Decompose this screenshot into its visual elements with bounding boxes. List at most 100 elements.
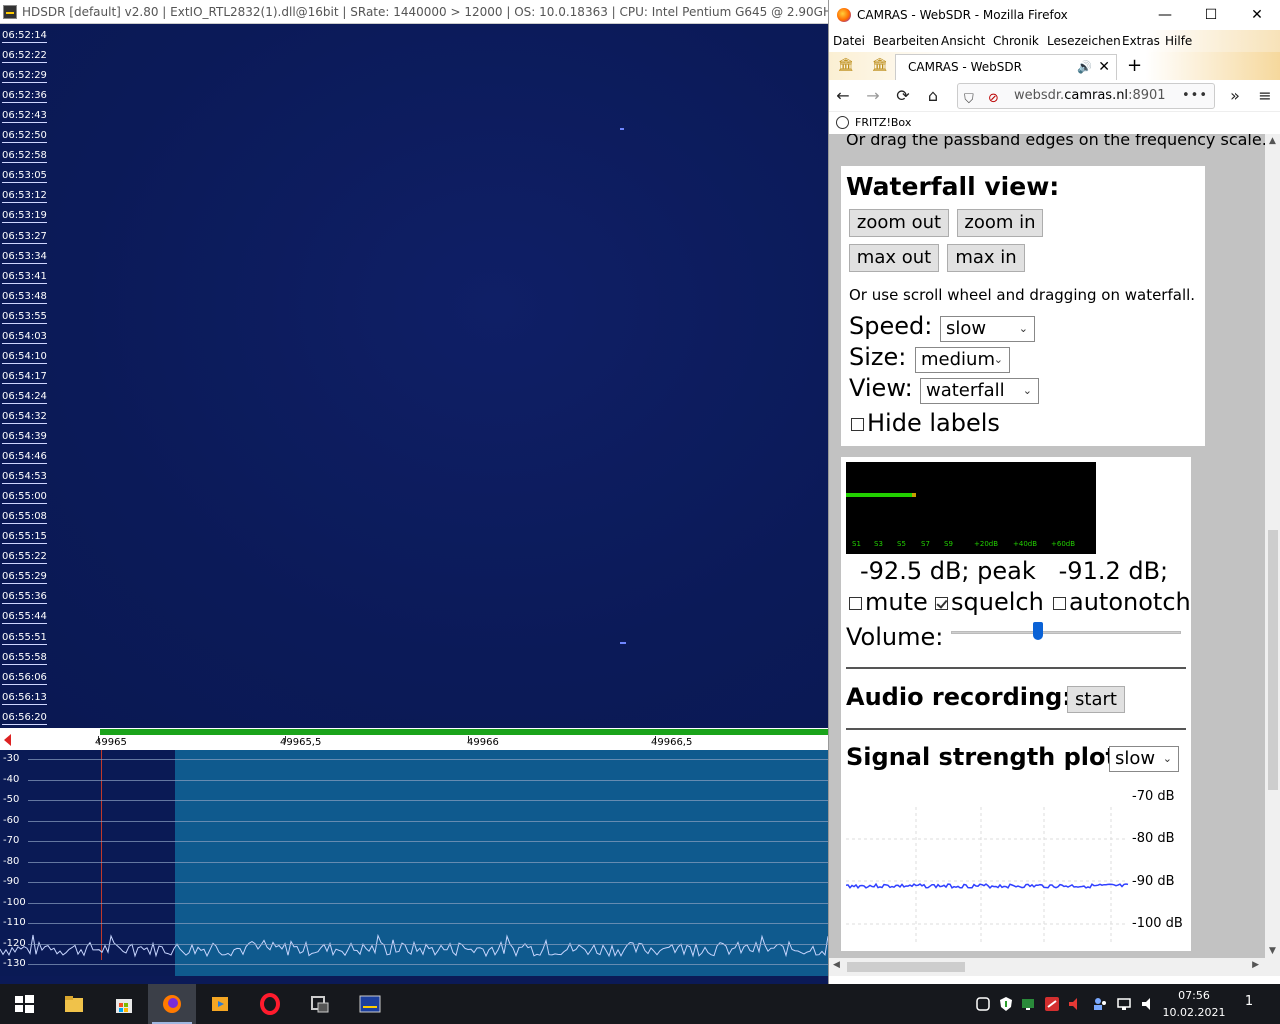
waterfall-timestamp: 06:54:03 [2,330,47,344]
max-in-button[interactable]: max in [947,244,1025,272]
tray-users-icon[interactable] [1092,996,1108,1012]
horizontal-scrollbar[interactable]: ◀ ▶ [829,958,1280,976]
mute-checkbox[interactable] [849,596,862,610]
volume-slider-track[interactable] [951,631,1181,634]
speaker-icon[interactable]: 🔊 [1077,55,1092,79]
menu-hilfe[interactable]: Hilfe [1165,30,1192,52]
waterfall-timestamp: 06:52:36 [2,90,47,104]
tray-app-icon[interactable] [975,996,991,1012]
waterfall-view-panel: Waterfall view: zoom out zoom in max out… [841,166,1205,446]
scroll-up-icon[interactable]: ▲ [1269,136,1276,146]
taskbar-firefox-icon[interactable] [148,984,196,1024]
hide-labels-option[interactable]: Hide labels [851,409,1000,437]
smeter-label: S7 [921,540,930,548]
menu-extras[interactable]: Extras [1122,30,1160,52]
recording-start-button[interactable]: start [1067,686,1125,713]
signal-strength-plot-label: Signal strength plot: [846,743,1127,771]
scroll-left-icon[interactable]: ◀ [833,960,840,970]
hdsdr-title-bar[interactable]: HDSDR [default] v2.80 | ExtIO_RTL2832(1)… [0,0,828,24]
speed-select[interactable]: slow ⌄ [940,316,1035,342]
new-tab-plus-icon[interactable]: + [1127,54,1142,78]
tray-speaker-icon[interactable] [1067,996,1083,1012]
page-actions-icon[interactable]: ••• [1182,84,1208,108]
forward-arrow-icon[interactable]: → [861,84,885,108]
mute-option[interactable]: mute [849,588,928,616]
tray-network-icon[interactable] [1020,996,1036,1012]
tab-bar: 🏛 🏛 CAMRAS - WebSDR 🔊 ✕ + [829,52,1280,80]
plot-db-label: -100 dB [1132,916,1183,931]
zoom-out-button[interactable]: zoom out [849,209,949,237]
overflow-chevron-icon[interactable]: » [1223,84,1247,108]
tray-volume-icon[interactable] [1140,996,1156,1012]
snipping-tool-icon[interactable] [296,984,344,1024]
notification-center-icon[interactable]: 1 [1238,994,1260,1014]
file-explorer-icon[interactable] [50,984,98,1024]
hide-labels-checkbox[interactable] [851,417,864,431]
menu-bearbeiten[interactable]: Bearbeiten [873,30,939,52]
waterfall-timestamp: 06:55:00 [2,491,47,505]
size-select[interactable]: medium ⌄ [915,347,1010,373]
db-gridline [28,943,828,945]
waterfall-timestamp: 06:54:46 [2,451,47,465]
pinned-tab-bank-icon[interactable]: 🏛 [835,56,857,76]
frequency-scale[interactable]: 49965 49965,5 49966 49966,5 [0,728,828,750]
passband-hint-text: Or drag the passband edges on the freque… [846,134,1265,149]
firefox-title-bar[interactable]: CAMRAS - WebSDR - Mozilla Firefox — ☐ ✕ [829,0,1280,30]
waterfall-display[interactable]: 06:52:14 06:52:22 06:52:29 06:52:36 06:52:43… [0,25,828,728]
reload-icon[interactable]: ⟳ [891,84,915,108]
store-icon[interactable] [100,984,148,1024]
view-select[interactable]: waterfall ⌄ [920,378,1039,404]
home-icon[interactable]: ⌂ [921,84,945,108]
size-label: Size: [849,343,907,371]
smeter-label: S9 [944,540,953,548]
minimize-icon[interactable]: — [1145,0,1185,30]
autonotch-option[interactable]: autonotch [1053,588,1191,616]
taskbar-clock[interactable]: 07:56 10.02.2021 [1160,987,1228,1023]
pinned-tab-bank-icon[interactable]: 🏛 [869,56,891,76]
url-prefix: websdr. [1014,88,1065,103]
waterfall-timestamp: 06:52:58 [2,150,47,164]
max-out-button[interactable]: max out [849,244,939,272]
menu-ansicht[interactable]: Ansicht [941,30,985,52]
smeter-audio-panel: S1 S3 S5 S7 S9 +20dB +40dB +60dB -92.5 d… [841,457,1191,951]
waterfall-timestamp: 06:53:55 [2,310,47,324]
hamburger-menu-icon[interactable]: ≡ [1253,84,1277,108]
url-bar[interactable]: ⛉ ⊘ websdr.camras.nl:8901 ••• [957,83,1215,109]
shield-icon[interactable]: ⛉ [964,88,974,112]
menu-lesezeichen[interactable]: Lesezeichen [1047,30,1121,52]
zoom-in-button[interactable]: zoom in [957,209,1043,237]
back-arrow-icon[interactable]: ← [831,84,855,108]
waterfall-timestamp: 06:55:44 [2,611,47,625]
tab-camras-websdr[interactable]: CAMRAS - WebSDR 🔊 ✕ [895,54,1117,80]
maximize-icon[interactable]: ☐ [1191,0,1231,30]
opera-icon[interactable] [246,984,294,1024]
media-player-icon[interactable] [196,984,244,1024]
freq-label: 49965 [95,737,127,748]
tray-wired-network-icon[interactable] [1116,996,1132,1012]
plot-speed-select[interactable]: slow ⌄ [1109,746,1179,772]
scroll-left-marker[interactable] [4,734,11,746]
volume-slider-thumb[interactable] [1033,622,1044,640]
signal-strength-plot: -70 dB -80 dB -90 dB -100 dB [846,787,1186,947]
tab-close-icon[interactable]: ✕ [1098,55,1110,79]
squelch-option[interactable]: squelch [935,588,1044,616]
hdsdr-taskbar-icon[interactable] [346,984,394,1024]
menu-chronik[interactable]: Chronik [993,30,1039,52]
autonotch-checkbox[interactable] [1053,596,1066,610]
start-windows-icon[interactable] [0,984,48,1024]
tray-security-shield-icon[interactable] [998,996,1014,1012]
scroll-right-icon[interactable]: ▶ [1252,960,1259,970]
insecure-lock-icon[interactable]: ⊘ [988,87,999,111]
menu-datei[interactable]: Datei [833,30,865,52]
vertical-scroll-thumb[interactable] [1268,530,1278,790]
vertical-scrollbar[interactable]: ▲ ▼ [1265,134,1280,958]
scroll-down-icon[interactable]: ▼ [1269,946,1276,956]
squelch-checkbox[interactable] [935,596,948,610]
tray-red-app-icon[interactable] [1044,996,1060,1012]
globe-icon [836,116,849,129]
spectrum-display[interactable]: -30 -40 -50 -60 -70 -80 -90 -100 -110 -120 -130 [0,750,828,976]
horizontal-scroll-thumb[interactable] [847,962,965,972]
waterfall-timestamp: 06:55:51 [2,631,47,645]
close-icon[interactable]: ✕ [1237,0,1277,30]
bookmark-fritzbox[interactable]: FRITZ!Box [855,116,911,129]
